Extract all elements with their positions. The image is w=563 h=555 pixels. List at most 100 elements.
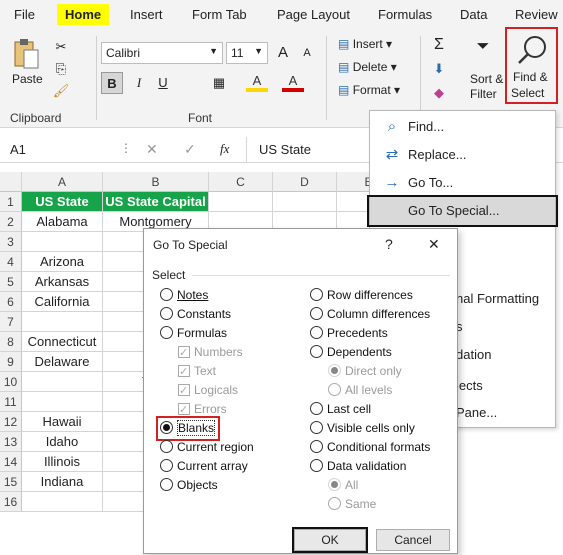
select-all-corner[interactable]: [0, 172, 22, 192]
name-box[interactable]: A1: [10, 142, 26, 157]
fill-color-button[interactable]: A: [246, 70, 268, 92]
insert-function-icon[interactable]: fx: [220, 141, 229, 157]
table-cell[interactable]: Delaware: [22, 352, 103, 372]
tab-page-layout[interactable]: Page Layout: [277, 7, 350, 22]
table-cell[interactable]: Arizona: [22, 252, 103, 272]
table-cell[interactable]: Connecticut: [22, 332, 103, 352]
tab-file[interactable]: File: [14, 7, 35, 22]
checkbox-logicals[interactable]: Logicals: [178, 381, 238, 401]
underline-button[interactable]: U: [152, 72, 174, 94]
bold-button[interactable]: B: [101, 72, 123, 94]
tab-insert[interactable]: Insert: [130, 7, 163, 22]
cancel-button[interactable]: Cancel: [376, 529, 450, 551]
option-formulas[interactable]: Formulas: [160, 324, 227, 343]
option-same[interactable]: Same: [328, 495, 376, 514]
checkbox-numbers[interactable]: Numbers: [178, 343, 243, 363]
table-cell[interactable]: [22, 492, 103, 512]
italic-button[interactable]: I: [128, 72, 150, 94]
option-visible-cells-only[interactable]: Visible cells only: [310, 419, 415, 438]
find-select-label[interactable]: Find &: [513, 70, 548, 84]
row-header[interactable]: 3: [0, 232, 22, 252]
table-cell[interactable]: [22, 392, 103, 412]
option-notes[interactable]: Notes: [160, 286, 208, 305]
sort-filter-label[interactable]: Sort &: [470, 72, 503, 86]
shrink-font-button[interactable]: A: [296, 42, 318, 64]
row-header[interactable]: 8: [0, 332, 22, 352]
menu-item-go-to[interactable]: → Go To...: [370, 169, 555, 197]
row-header[interactable]: 12: [0, 412, 22, 432]
table-cell[interactable]: Illinois: [22, 452, 103, 472]
format-cells-button[interactable]: ▤ Format ▾: [338, 83, 400, 97]
cut-icon[interactable]: ✂: [50, 36, 72, 58]
option-data-validation[interactable]: Data validation: [310, 457, 406, 476]
checkbox-text[interactable]: Text: [178, 362, 216, 382]
row-header[interactable]: 1: [0, 192, 22, 212]
option-all-levels[interactable]: All levels: [328, 381, 392, 400]
header-cell[interactable]: US State: [22, 192, 103, 212]
menu-item-replace[interactable]: ⇄ Replace...: [370, 141, 555, 169]
menu-item-find[interactable]: ⌕ Find...: [370, 113, 555, 141]
cancel-entry-icon[interactable]: ✕: [146, 141, 158, 158]
column-header[interactable]: C: [209, 172, 273, 192]
row-header[interactable]: 6: [0, 292, 22, 312]
menu-item-selection-pane[interactable]: Pane...: [456, 405, 497, 420]
clear-icon[interactable]: ◆: [428, 82, 450, 104]
confirm-entry-icon[interactable]: ✓: [184, 141, 196, 158]
row-header[interactable]: 16: [0, 492, 22, 512]
table-cell[interactable]: [22, 232, 103, 252]
copy-icon[interactable]: ⎘: [50, 58, 72, 80]
find-select-label-2[interactable]: Select: [511, 86, 544, 100]
column-header[interactable]: A: [22, 172, 103, 192]
search-icon[interactable]: [515, 34, 549, 66]
grow-font-button[interactable]: A: [272, 42, 294, 64]
format-painter-icon[interactable]: 🖌: [50, 80, 72, 102]
row-header[interactable]: 13: [0, 432, 22, 452]
row-header[interactable]: 15: [0, 472, 22, 492]
font-size-select[interactable]: 11 ▼: [226, 42, 268, 64]
font-color-button[interactable]: A: [282, 70, 304, 92]
option-conditional-formats[interactable]: Conditional formats: [310, 438, 430, 457]
tab-review[interactable]: Review: [515, 7, 558, 22]
option-objects[interactable]: Objects: [160, 476, 218, 495]
table-cell[interactable]: Arkansas: [22, 272, 103, 292]
option-current-array[interactable]: Current array: [160, 457, 248, 476]
row-header[interactable]: 9: [0, 352, 22, 372]
option-all[interactable]: All: [328, 476, 358, 495]
table-cell[interactable]: [22, 372, 103, 392]
sort-filter-icon[interactable]: ⏷: [472, 36, 494, 58]
font-name-select[interactable]: Calibri ▼: [101, 42, 223, 64]
row-header[interactable]: 4: [0, 252, 22, 272]
option-current-region[interactable]: Current region: [160, 438, 254, 457]
table-cell[interactable]: Hawaii: [22, 412, 103, 432]
row-header[interactable]: 10: [0, 372, 22, 392]
table-cell[interactable]: Indiana: [22, 472, 103, 492]
row-header[interactable]: 5: [0, 272, 22, 292]
tab-form-tab[interactable]: Form Tab: [192, 7, 247, 22]
table-cell[interactable]: Alabama: [22, 212, 103, 232]
paste-button[interactable]: Paste: [12, 72, 43, 86]
header-cell[interactable]: US State Capital: [103, 192, 209, 212]
paste-icon[interactable]: [12, 38, 40, 70]
option-column-differences[interactable]: Column differences: [310, 305, 430, 324]
option-row-differences[interactable]: Row differences: [310, 286, 413, 305]
table-cell[interactable]: [209, 192, 273, 212]
delete-cells-button[interactable]: ▤ Delete ▾: [338, 60, 397, 74]
borders-icon[interactable]: ▦: [208, 72, 230, 94]
tab-home[interactable]: Home: [57, 4, 110, 25]
insert-cells-button[interactable]: ▤ Insert ▾: [338, 37, 392, 51]
tab-formulas[interactable]: Formulas: [378, 7, 432, 22]
option-constants[interactable]: Constants: [160, 305, 231, 324]
row-header[interactable]: 2: [0, 212, 22, 232]
option-dependents[interactable]: Dependents: [310, 343, 392, 362]
row-header[interactable]: 7: [0, 312, 22, 332]
table-cell[interactable]: Idaho: [22, 432, 103, 452]
option-last-cell[interactable]: Last cell: [310, 400, 371, 419]
row-header[interactable]: 14: [0, 452, 22, 472]
column-header[interactable]: B: [103, 172, 209, 192]
menu-item-data-validation[interactable]: dation: [456, 347, 491, 362]
help-button[interactable]: ?: [385, 236, 393, 252]
row-header[interactable]: 11: [0, 392, 22, 412]
option-precedents[interactable]: Precedents: [310, 324, 388, 343]
column-header[interactable]: D: [273, 172, 337, 192]
menu-item-conditional-formatting[interactable]: nal Formatting: [456, 291, 539, 306]
